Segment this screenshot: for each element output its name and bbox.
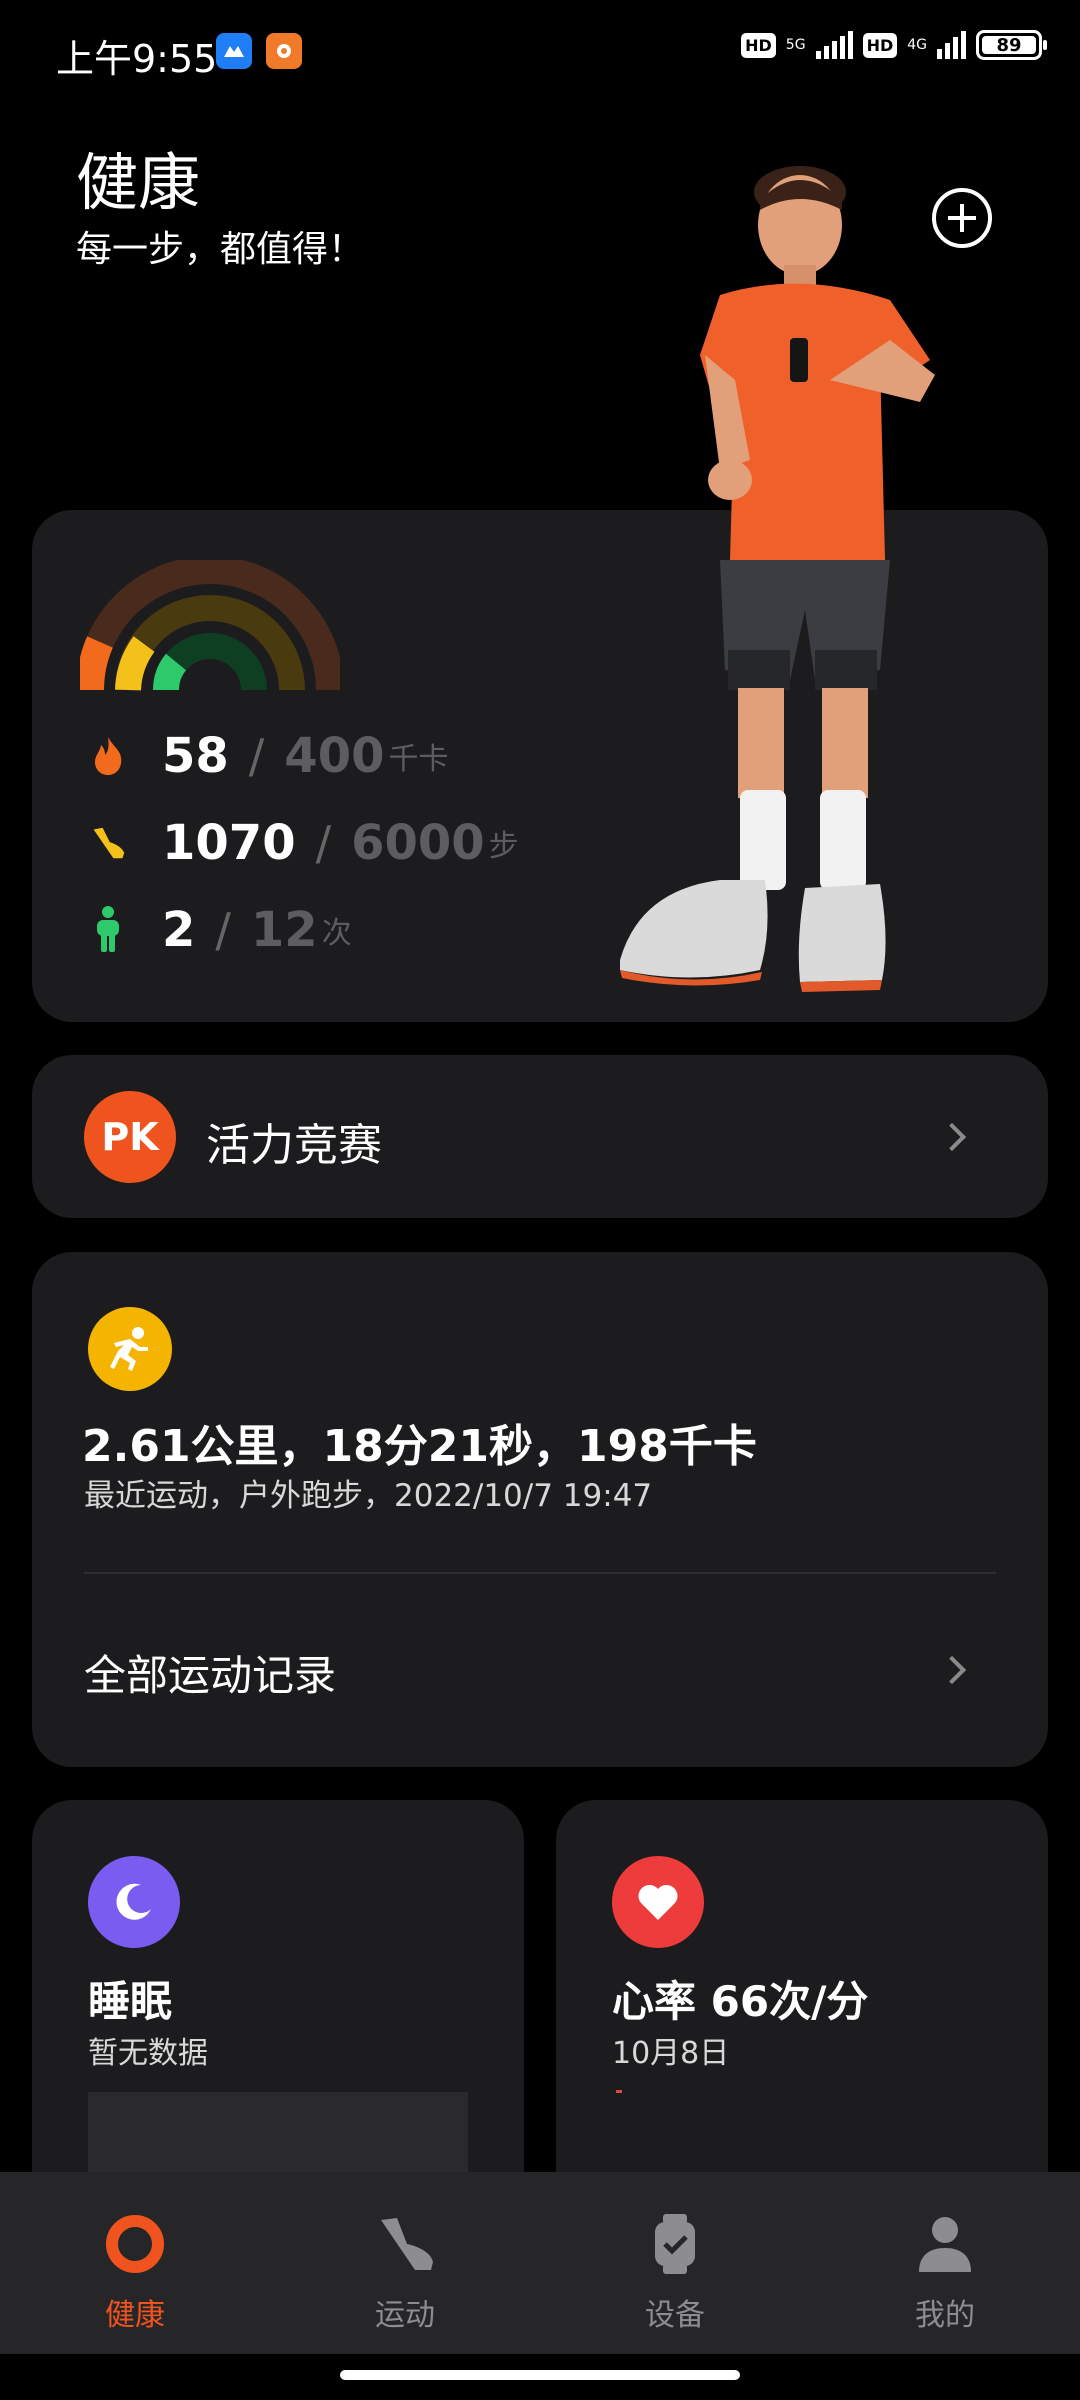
calories-stat: 58 / 400 千卡	[90, 728, 449, 784]
standing-person-icon	[90, 906, 126, 952]
flame-icon	[90, 735, 126, 777]
battery-icon: 89	[976, 30, 1047, 60]
add-button[interactable]	[932, 188, 992, 248]
moon-icon	[88, 1856, 180, 1948]
activity-gauge	[80, 560, 340, 691]
battery-level: 89	[996, 34, 1022, 56]
heart-rate-date: 10月8日	[612, 2036, 730, 2071]
calories-unit: 千卡	[388, 742, 449, 777]
stand-value: 2	[162, 902, 196, 958]
network-type-label: 4G	[907, 37, 927, 53]
nav-label: 设备	[645, 2298, 705, 2333]
network-type-label: 5G	[785, 37, 806, 53]
page-subtitle: 每一步，都值得！	[76, 229, 365, 270]
steps-stat: 1070 / 6000 步	[90, 815, 519, 871]
app-notification-icon	[266, 33, 302, 69]
all-workout-records-link[interactable]: 全部运动记录	[84, 1642, 336, 1703]
running-icon	[88, 1307, 172, 1391]
app-notification-icon	[216, 33, 252, 69]
stand-unit: 次	[321, 916, 352, 951]
signal-icon	[937, 31, 966, 59]
chevron-right-icon	[937, 1122, 967, 1152]
vitality-competition-label: 活力竞赛	[206, 1120, 382, 1171]
separator: /	[248, 729, 265, 783]
pk-badge-icon: PK	[84, 1091, 176, 1183]
shoe-icon	[90, 822, 126, 864]
divider	[84, 1572, 996, 1574]
person-icon	[913, 2212, 977, 2276]
steps-goal: 6000	[351, 815, 485, 871]
steps-unit: 步	[488, 829, 519, 864]
nav-label: 运动	[375, 2298, 435, 2333]
recent-workout-card[interactable]: 2.61公里，18分21秒，198千卡 最近运动，户外跑步，2022/10/7 …	[32, 1252, 1048, 1767]
chevron-right-icon	[937, 1655, 967, 1685]
heart-icon	[612, 1856, 704, 1948]
steps-value: 1070	[162, 815, 296, 871]
vitality-competition-row[interactable]: PK 活力竞赛	[32, 1055, 1048, 1218]
home-indicator[interactable]	[340, 2370, 740, 2380]
nav-label: 我的	[915, 2298, 975, 2333]
separator: /	[215, 903, 231, 957]
nav-tab-health[interactable]: 健康	[0, 2172, 270, 2354]
sleep-title: 睡眠	[88, 1977, 173, 2026]
avatar-figure-illustration	[620, 166, 935, 992]
hd-icon: HD	[862, 32, 898, 58]
workout-detail: 最近运动，户外跑步，2022/10/7 19:47	[84, 1478, 653, 1514]
status-time: 上午9:55	[56, 37, 218, 81]
bottom-navigation: 健康 运动 设备 我的	[0, 2172, 1080, 2354]
calories-value: 58	[162, 728, 229, 784]
status-bar: 上午9:55 HD 5G HD 4G 89	[0, 0, 1080, 104]
stand-stat: 2 / 12 次	[90, 902, 352, 958]
workout-summary: 2.61公里，18分21秒，198千卡	[82, 1421, 757, 1472]
nav-tab-workout[interactable]: 运动	[270, 2172, 540, 2354]
nav-tab-device[interactable]: 设备	[540, 2172, 810, 2354]
ring-icon	[103, 2212, 167, 2276]
heart-rate-title: 心率 66次/分	[612, 1977, 869, 2026]
signal-icon	[815, 31, 853, 59]
shoe-icon	[373, 2212, 437, 2276]
page-title: 健康	[76, 146, 201, 219]
nav-label: 健康	[105, 2298, 165, 2333]
sleep-status: 暂无数据	[88, 2036, 208, 2071]
watch-icon	[643, 2212, 707, 2276]
hd-icon: HD	[741, 32, 776, 58]
separator: /	[315, 816, 332, 870]
calories-goal: 400	[284, 728, 385, 784]
nav-tab-profile[interactable]: 我的	[810, 2172, 1080, 2354]
stand-goal: 12	[250, 902, 318, 958]
heart-rate-chart-mark	[616, 2090, 622, 2093]
